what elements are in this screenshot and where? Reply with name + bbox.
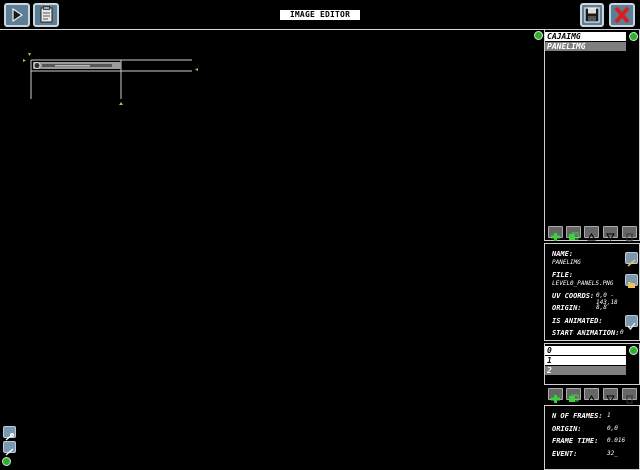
duplicate-frame-button[interactable] xyxy=(566,388,581,402)
frame-move-down-button[interactable] xyxy=(603,388,618,403)
save-button[interactable] xyxy=(580,3,604,27)
image-list-toolbar xyxy=(546,224,640,242)
canvas-area[interactable] xyxy=(0,30,544,470)
frame-list-item-2[interactable]: 2 xyxy=(545,366,626,375)
plus-icon xyxy=(551,233,560,241)
origin-marker-left xyxy=(23,59,26,62)
add-frame-button[interactable] xyxy=(548,388,563,403)
frame-move-up-button[interactable] xyxy=(584,388,599,403)
play-icon xyxy=(12,7,24,23)
origin-marker-right xyxy=(195,68,198,71)
start-animation-value: 0 xyxy=(620,329,624,336)
name-label: NAME: xyxy=(552,250,574,258)
edit-name-button[interactable] xyxy=(625,252,638,267)
open-file-button[interactable] xyxy=(625,274,638,288)
frame-list-item-1[interactable]: 1 xyxy=(545,356,626,365)
trash-icon xyxy=(626,395,633,404)
is-animated-label: IS ANIMATED: xyxy=(552,317,603,325)
add-image-button[interactable] xyxy=(548,226,563,241)
duplicate-icon xyxy=(569,394,579,402)
image-properties-panel: NAME: PANELIMG FILE: LEVEL0_PANELS.PNG U… xyxy=(544,243,640,341)
image-list-item-panelimg[interactable]: PANELIMG xyxy=(545,42,626,51)
name-value: PANELIMG xyxy=(552,259,581,266)
clipboard-button[interactable] xyxy=(33,3,59,27)
delete-image-button[interactable] xyxy=(622,226,637,242)
start-animation-label: START ANIMATION: xyxy=(552,329,620,337)
file-value: LEVEL0_PANELS.PNG xyxy=(552,280,614,287)
folder-icon xyxy=(628,282,635,288)
origin-value: 8,8 xyxy=(596,304,607,311)
duplicate-icon xyxy=(569,232,579,240)
event-label: EVENT: xyxy=(552,450,578,458)
move-up-button[interactable] xyxy=(584,226,599,241)
trash-icon xyxy=(626,233,633,242)
close-button[interactable] xyxy=(609,3,635,27)
zoom-out-icon xyxy=(5,448,14,456)
arrow-up-icon xyxy=(587,395,596,403)
canvas-indicator xyxy=(534,31,543,40)
frame-origin-label: ORIGIN: xyxy=(552,425,582,433)
pencil-icon xyxy=(627,259,636,267)
plus-icon xyxy=(551,395,560,403)
n-frames-label: N OF FRAMES: xyxy=(552,412,603,420)
status-indicator xyxy=(2,457,11,466)
arrow-down-icon xyxy=(606,395,615,403)
zoom-out-button[interactable] xyxy=(3,441,16,456)
move-down-button[interactable] xyxy=(603,226,618,241)
n-frames-value: 1 xyxy=(607,412,611,419)
is-animated-checkbox[interactable] xyxy=(625,315,638,331)
uv-coords-label: UV COORDS: xyxy=(552,292,595,300)
origin-marker-top xyxy=(28,53,31,56)
frame-time-value[interactable]: 0.016 xyxy=(607,437,625,444)
frame-list-toolbar xyxy=(546,386,640,404)
origin-label: ORIGIN: xyxy=(552,304,582,312)
image-preview xyxy=(23,53,198,105)
event-value[interactable]: 32_ xyxy=(607,450,618,457)
frame-properties-panel: N OF FRAMES: 1 ORIGIN: 0,0 FRAME TIME: 0… xyxy=(544,405,640,470)
image-list-indicator xyxy=(629,32,638,41)
zoom-in-button[interactable] xyxy=(3,426,16,441)
play-button[interactable] xyxy=(4,3,30,27)
arrow-down-icon xyxy=(606,233,615,241)
image-list-panel: CAJAIMG PANELIMG xyxy=(544,29,640,241)
arrow-up-icon xyxy=(587,233,596,241)
frame-list-item-0[interactable]: 0 xyxy=(545,346,626,355)
duplicate-image-button[interactable] xyxy=(566,226,581,240)
file-label: FILE: xyxy=(552,271,574,279)
frame-list-indicator xyxy=(629,346,638,355)
close-x-icon xyxy=(614,6,630,24)
checkmark-icon xyxy=(627,322,636,331)
origin-marker-bottom xyxy=(119,102,123,105)
frame-list-panel: 0 1 2 xyxy=(544,343,640,385)
floppy-disk-icon xyxy=(584,7,600,23)
clipboard-icon xyxy=(40,6,53,23)
window-title: IMAGE EDITOR xyxy=(280,10,360,20)
frame-time-label: FRAME TIME: xyxy=(552,437,599,445)
image-list-item-cajaimg[interactable]: CAJAIMG xyxy=(545,32,626,41)
delete-frame-button[interactable] xyxy=(622,388,637,404)
frame-origin-value: 0,0 xyxy=(607,425,618,432)
